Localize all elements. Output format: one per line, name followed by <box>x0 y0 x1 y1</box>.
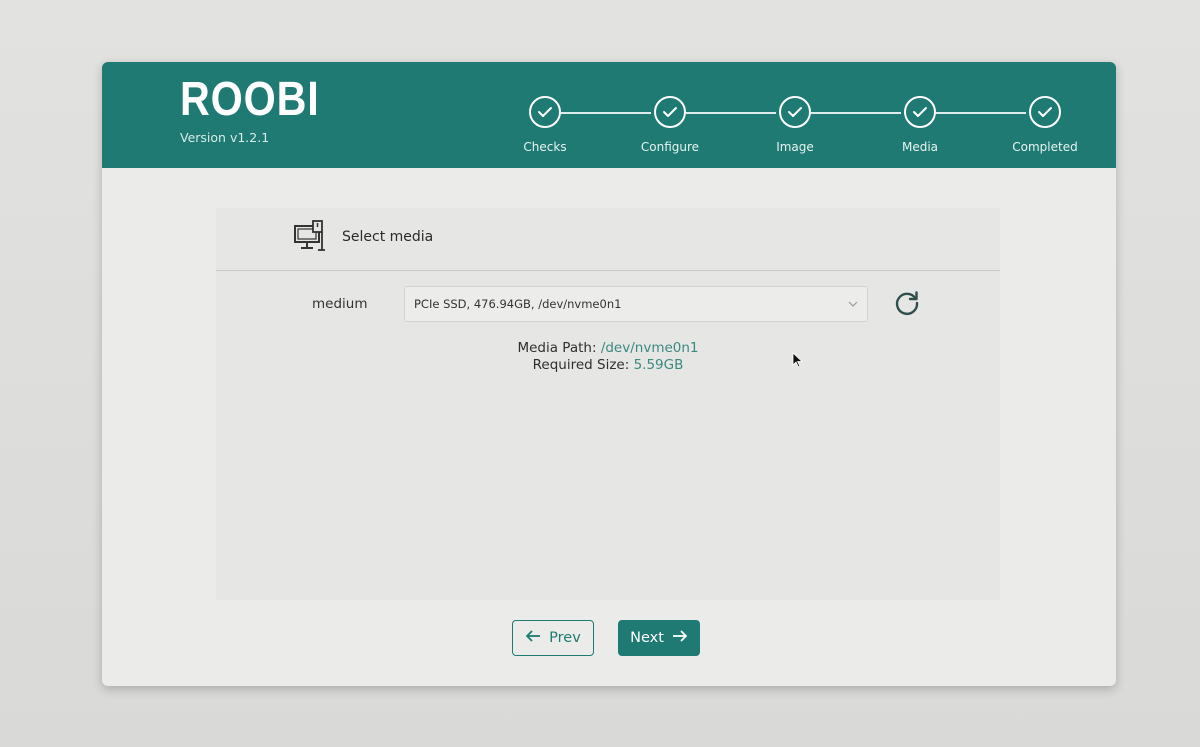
media-path-line: Media Path: /dev/nvme0n1 <box>216 340 1000 357</box>
media-device-icon <box>293 220 327 252</box>
step-label: Configure <box>640 140 700 154</box>
brand: ROOBI Version v1.2.1 <box>180 73 342 146</box>
step-configure: Configure <box>620 96 720 154</box>
check-icon <box>1029 96 1061 128</box>
chevron-down-icon <box>847 298 859 310</box>
step-image: Image <box>745 96 845 154</box>
step-media: Media <box>870 96 970 154</box>
prev-button[interactable]: Prev <box>512 620 594 656</box>
step-label: Checks <box>523 140 567 154</box>
step-connector <box>811 112 901 114</box>
check-icon <box>654 96 686 128</box>
check-icon <box>779 96 811 128</box>
screen: ROOBI Version v1.2.1 Checks Configure Im… <box>0 0 1200 747</box>
step-completed: Completed <box>995 96 1095 154</box>
installer-window: ROOBI Version v1.2.1 Checks Configure Im… <box>102 62 1116 686</box>
panel-header: Select media <box>216 208 1000 271</box>
step-label: Image <box>776 140 814 154</box>
arrow-left-icon <box>525 630 541 646</box>
step-connector <box>561 112 651 114</box>
step-label: Completed <box>1012 140 1078 154</box>
prev-button-label: Prev <box>549 630 581 646</box>
refresh-icon <box>893 289 921 321</box>
required-size-line: Required Size: 5.59GB <box>216 357 1000 374</box>
progress-stepper: Checks Configure Image Media Completed <box>495 96 1078 166</box>
medium-select-value: PCIe SSD, 476.94GB, /dev/nvme0n1 <box>414 297 622 311</box>
step-checks: Checks <box>495 96 595 154</box>
medium-label: medium <box>312 296 368 312</box>
step-label: Media <box>901 140 939 154</box>
required-size-value: 5.59GB <box>633 357 684 373</box>
required-size-label: Required Size: <box>532 357 630 373</box>
mouse-cursor-icon <box>792 352 804 368</box>
step-connector <box>936 112 1026 114</box>
check-icon <box>529 96 561 128</box>
media-info: Media Path: /dev/nvme0n1 Required Size: … <box>216 340 1000 374</box>
medium-select[interactable]: PCIe SSD, 476.94GB, /dev/nvme0n1 <box>404 286 868 322</box>
app-title: ROOBI <box>180 73 320 126</box>
select-media-panel: Select media medium PCIe SSD, 476.94GB, … <box>216 208 1000 600</box>
media-path-label: Media Path: <box>517 340 597 356</box>
step-connector <box>686 112 776 114</box>
refresh-button[interactable] <box>892 290 922 320</box>
check-icon <box>904 96 936 128</box>
next-button[interactable]: Next <box>618 620 700 656</box>
next-button-label: Next <box>630 630 664 646</box>
header-bar: ROOBI Version v1.2.1 Checks Configure Im… <box>102 62 1116 168</box>
media-path-value: /dev/nvme0n1 <box>600 340 699 356</box>
arrow-right-icon <box>672 630 688 646</box>
app-version: Version v1.2.1 <box>180 130 270 145</box>
panel-title: Select media <box>342 229 434 245</box>
